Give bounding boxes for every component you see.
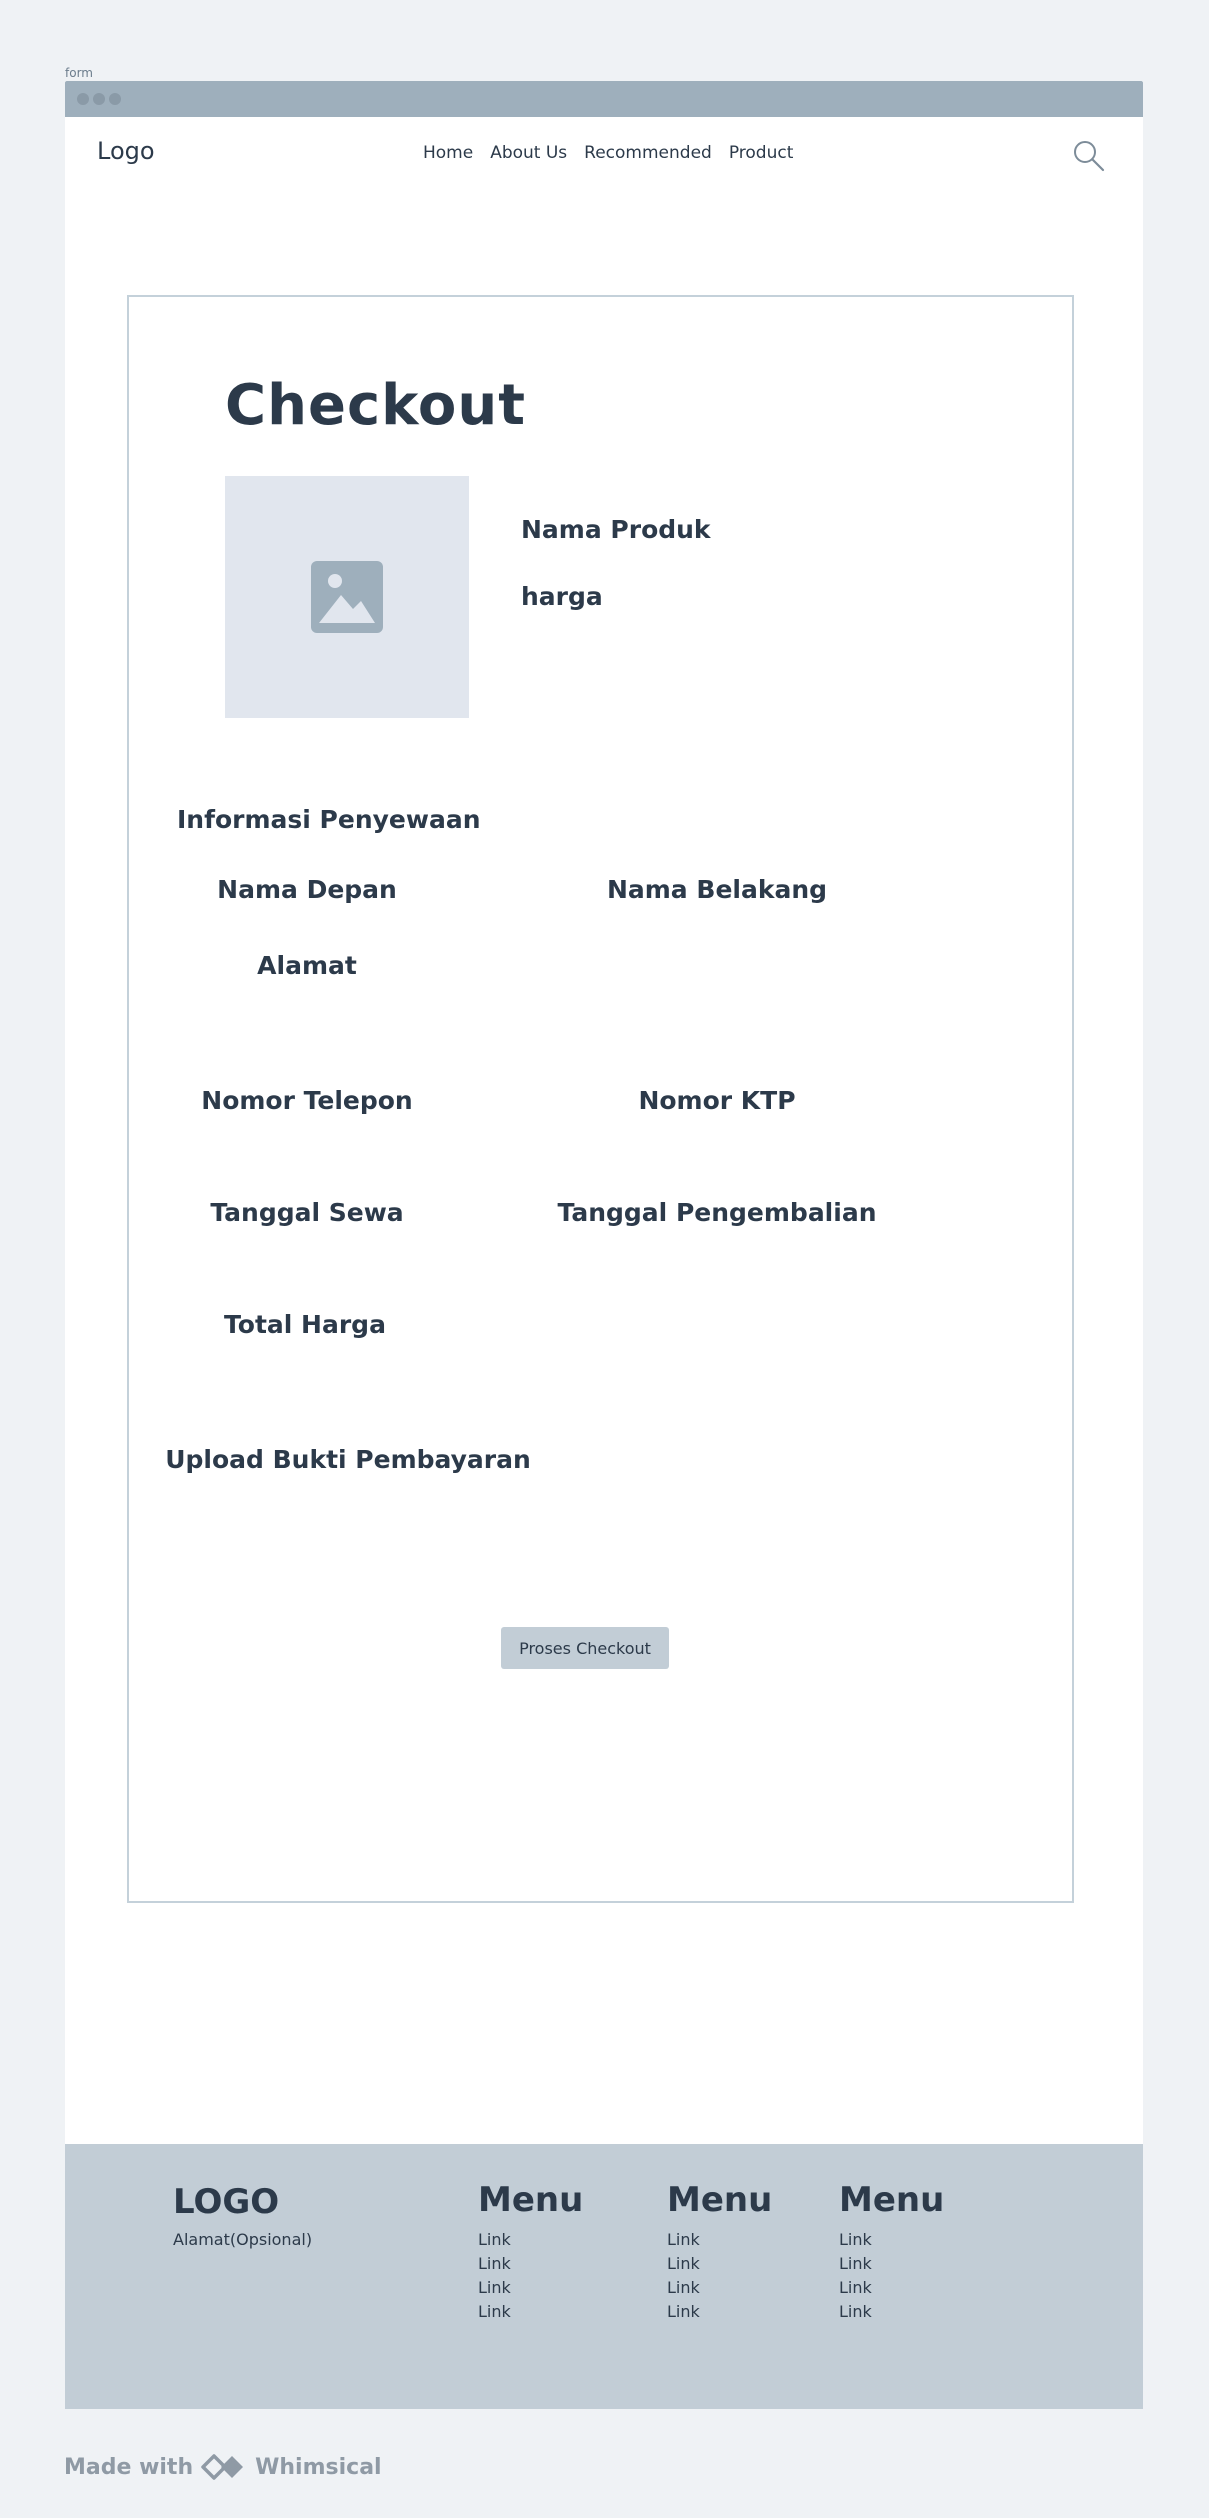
whimsical-logo-icon <box>201 2454 244 2480</box>
address-label: Alamat <box>257 951 357 980</box>
frame-label: form <box>65 66 93 80</box>
product-image <box>225 476 469 718</box>
footer-link[interactable]: Link <box>667 2276 772 2300</box>
checkout-submit-button[interactable]: Proses Checkout <box>501 1627 669 1669</box>
window-dot <box>77 93 89 105</box>
footer-menu-column: Menu Link Link Link Link <box>667 2180 773 2324</box>
footer-link[interactable]: Link <box>478 2252 583 2276</box>
nav-link-about-us[interactable]: About Us <box>490 143 567 163</box>
footer-link[interactable]: Link <box>478 2276 583 2300</box>
rent-date-label: Tanggal Sewa <box>210 1198 404 1227</box>
total-price-label: Total Harga <box>224 1310 386 1339</box>
footer-menu-title: Menu <box>667 2180 773 2220</box>
made-with-prefix: Made with <box>64 2454 194 2480</box>
footer-menu-column: Menu Link Link Link Link <box>478 2180 584 2324</box>
top-navigation: Logo Home About Us Recommended Product <box>65 117 1143 197</box>
footer-menu-title: Menu <box>478 2180 584 2220</box>
nav-link-recommended[interactable]: Recommended <box>584 143 712 163</box>
footer-menu-title: Menu <box>839 2180 945 2220</box>
footer-link[interactable]: Link <box>667 2300 772 2324</box>
footer-link[interactable]: Link <box>667 2252 772 2276</box>
footer-menu-column: Menu Link Link Link Link <box>839 2180 945 2324</box>
checkout-form: Checkout Nama Produk harga Informasi Pen… <box>127 295 1074 1903</box>
browser-window: Logo Home About Us Recommended Product C… <box>65 81 1143 2409</box>
product-name: Nama Produk <box>521 515 711 544</box>
nav-link-product[interactable]: Product <box>729 143 794 163</box>
footer-link[interactable]: Link <box>478 2300 583 2324</box>
product-price: harga <box>521 582 603 611</box>
footer-link[interactable]: Link <box>839 2276 944 2300</box>
page-title: Checkout <box>225 373 526 438</box>
window-dot <box>93 93 105 105</box>
footer-link[interactable]: Link <box>839 2300 944 2324</box>
ktp-label: Nomor KTP <box>638 1086 796 1115</box>
footer-logo: LOGO <box>173 2182 280 2222</box>
footer-link[interactable]: Link <box>478 2228 583 2252</box>
rental-info-heading: Informasi Penyewaan <box>177 805 481 834</box>
footer-link[interactable]: Link <box>667 2228 772 2252</box>
search-icon[interactable] <box>1072 139 1106 173</box>
made-with-badge[interactable]: Made with Whimsical <box>64 2452 382 2482</box>
nav-links: Home About Us Recommended Product <box>423 143 793 163</box>
made-with-brand: Whimsical <box>255 2454 382 2480</box>
footer-link[interactable]: Link <box>839 2228 944 2252</box>
image-placeholder-icon <box>311 561 383 633</box>
window-dot <box>109 93 121 105</box>
nav-link-home[interactable]: Home <box>423 143 473 163</box>
phone-label: Nomor Telepon <box>201 1086 413 1115</box>
footer: LOGO Alamat(Opsional) Menu Link Link Lin… <box>65 2144 1143 2409</box>
first-name-label: Nama Depan <box>217 875 397 904</box>
footer-link[interactable]: Link <box>839 2252 944 2276</box>
last-name-label: Nama Belakang <box>606 875 828 904</box>
footer-address: Alamat(Opsional) <box>173 2230 313 2249</box>
return-date-label: Tanggal Pengembalian <box>557 1198 877 1227</box>
nav-logo[interactable]: Logo <box>97 137 155 165</box>
window-titlebar <box>65 81 1143 117</box>
upload-proof-label: Upload Bukti Pembayaran <box>165 1445 531 1474</box>
